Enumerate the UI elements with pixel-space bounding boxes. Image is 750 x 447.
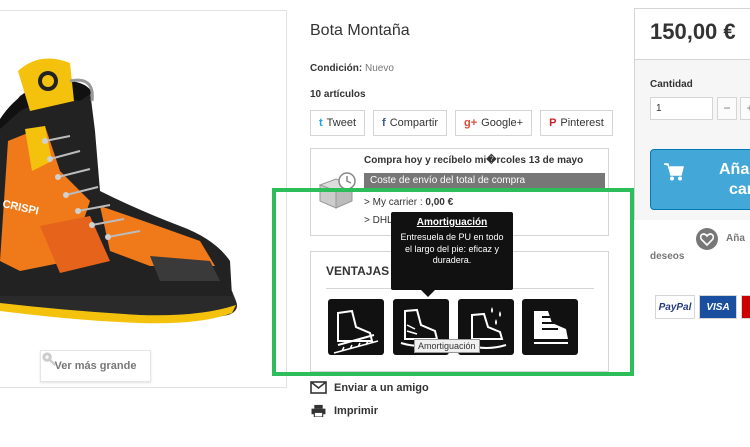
google-plus-label: Google+: [481, 117, 524, 129]
product-condition: Condición: Nuevo: [310, 63, 394, 74]
quantity-minus-button[interactable]: −: [717, 97, 737, 120]
quantity-input[interactable]: 1: [650, 97, 713, 120]
quantity-plus-button[interactable]: +: [740, 97, 750, 120]
add-to-cart-label-1: Aña: [719, 161, 750, 178]
condition-label: Condición:: [310, 63, 363, 74]
share-facebook-button[interactable]: f Compartir: [373, 110, 447, 136]
printer-icon: [311, 404, 326, 417]
tweet-button[interactable]: t Tweet: [310, 110, 366, 136]
send-to-friend-link[interactable]: Enviar a un amigo: [310, 381, 429, 394]
paypal-logo: PayPal: [655, 295, 695, 319]
carrier-cost: 0,00 €: [425, 197, 454, 208]
cart-icon: [664, 163, 684, 181]
pinterest-button[interactable]: P Pinterest: [540, 110, 613, 136]
pinterest-label: Pinterest: [560, 117, 604, 129]
condition-value: Nuevo: [365, 63, 394, 74]
delivery-box-icon: [318, 172, 356, 209]
mastercard-logo: [741, 295, 750, 319]
social-share-bar: t Tweet f Compartir g+ Google+ P Pintere…: [310, 110, 613, 136]
add-to-cart-label-2: car: [729, 181, 750, 198]
carrier-label: > My carrier :: [364, 197, 426, 208]
wishlist-label-2: deseos: [650, 251, 685, 262]
boot-lacing-icon: [534, 311, 568, 344]
google-plus-icon: g+: [464, 117, 478, 129]
boot-image[interactable]: CRISPI: [0, 11, 287, 388]
shipping-cost-bar: Coste de envío del total de compra: [364, 173, 605, 189]
visa-logo: VISA: [699, 295, 737, 319]
product-price: 150,00 €: [650, 19, 736, 44]
print-label: Imprimir: [334, 404, 379, 417]
delivery-headline: Compra hoy y recíbelo mi�rcoles 13 de ma…: [364, 155, 584, 166]
feature-grip-icon[interactable]: [328, 299, 384, 355]
facebook-icon: f: [382, 117, 386, 129]
tooltip-text: Entresuela de PU en todo el largo del pi…: [400, 232, 504, 266]
share-label: Compartir: [389, 117, 438, 129]
features-heading: VENTAJAS: [326, 264, 390, 278]
add-to-cart-button[interactable]: Aña car: [650, 149, 750, 210]
feature-tooltip: Amortiguación Entresuela de PU en todo e…: [391, 212, 513, 297]
boot-grip-icon: [333, 309, 379, 354]
product-title: Bota Montaña: [310, 22, 410, 39]
product-image-box: CRISPI Ver más grande: [0, 10, 287, 388]
carrier-dhl-line: > DHL: [364, 215, 393, 226]
carrier-line: > My carrier : 0,00 €: [364, 197, 453, 208]
tooltip-title: Amortiguación: [416, 217, 488, 228]
envelope-icon: [310, 381, 327, 394]
google-plus-button[interactable]: g+ Google+: [455, 110, 533, 136]
view-larger-button[interactable]: Ver más grande: [40, 350, 151, 382]
wishlist-button[interactable]: [696, 228, 718, 250]
view-larger-label: Ver más grande: [54, 360, 137, 372]
stock-count: 10 artículos: [310, 89, 366, 100]
twitter-icon: t: [319, 117, 323, 129]
pinterest-icon: P: [549, 117, 557, 129]
send-to-friend-label: Enviar a un amigo: [334, 381, 429, 394]
feature-lacing-icon[interactable]: [522, 299, 578, 355]
tweet-label: Tweet: [326, 117, 357, 129]
wishlist-label: Aña: [726, 233, 745, 244]
hover-hint: Amortiguación: [414, 339, 480, 353]
print-link[interactable]: Imprimir: [310, 404, 378, 417]
heart-icon: [700, 233, 714, 246]
quantity-label: Cantidad: [650, 79, 693, 90]
zoom-icon: [42, 352, 56, 366]
